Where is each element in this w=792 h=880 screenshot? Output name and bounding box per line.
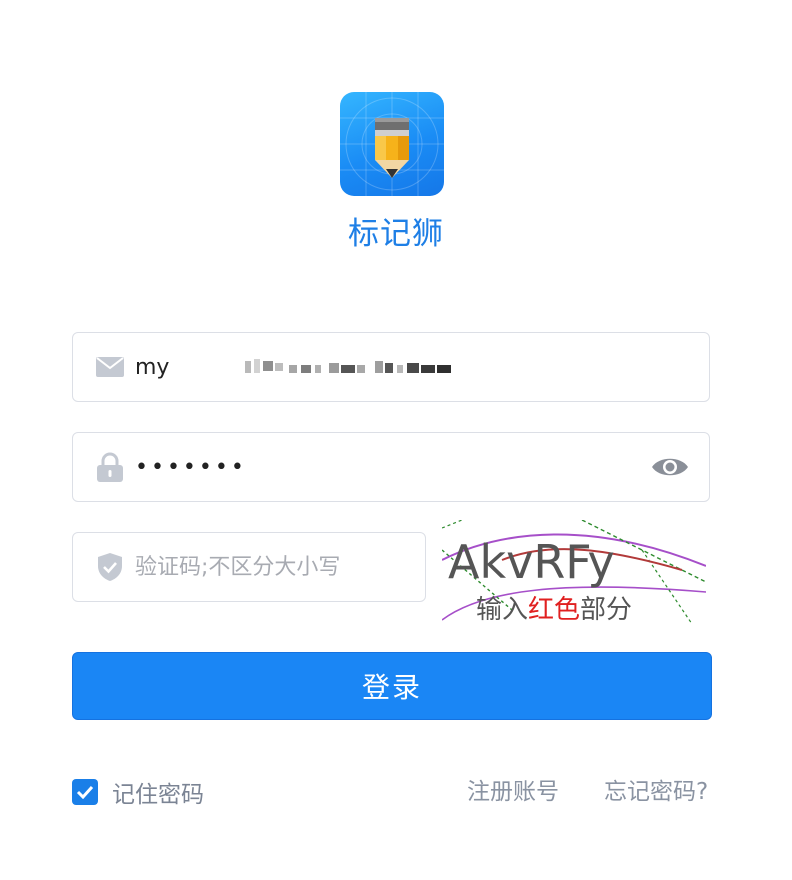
email-field[interactable] (72, 332, 710, 402)
register-link[interactable]: 注册账号 (467, 776, 559, 808)
password-field[interactable] (72, 432, 710, 502)
captcha-image[interactable]: AkvRFy 输入红色部分 (442, 520, 706, 624)
checkbox-checked-icon[interactable] (72, 779, 98, 805)
captcha-hint: 输入红色部分 (476, 595, 632, 624)
remember-password-label: 记住密码 (112, 782, 204, 808)
captcha-input[interactable] (135, 533, 415, 601)
password-input[interactable] (135, 433, 655, 501)
app-name: 标记狮 (348, 216, 444, 252)
redacted-email-text (245, 359, 451, 373)
app-logo (340, 92, 444, 196)
pencil-icon (340, 92, 444, 196)
shield-icon (95, 552, 125, 582)
captcha-text: AkvRFy (448, 535, 615, 589)
eye-icon[interactable] (651, 455, 689, 479)
remember-password-checkbox[interactable]: 记住密码 (72, 776, 204, 808)
login-button[interactable]: 登录 (72, 652, 712, 720)
mail-icon (95, 352, 125, 382)
forgot-password-link[interactable]: 忘记密码? (604, 776, 708, 808)
captcha-field[interactable] (72, 532, 426, 602)
lock-icon (95, 452, 125, 482)
